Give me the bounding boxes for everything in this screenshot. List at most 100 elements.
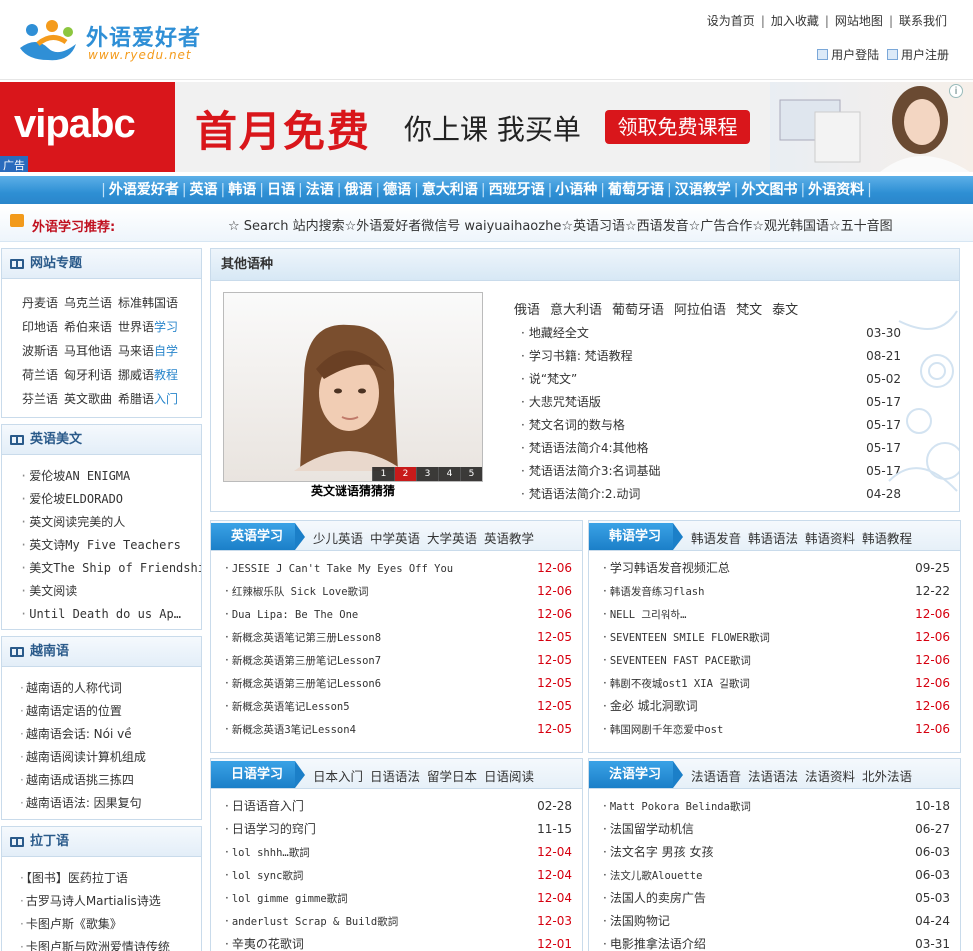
article-item[interactable]: 梵文名词的数与格05-17 (521, 414, 901, 437)
korean-sublink[interactable]: 韩语资料 (805, 531, 855, 546)
nav-item[interactable]: 外语爱好者 (106, 182, 182, 198)
slideshow-page-button[interactable]: 2 (394, 467, 416, 481)
topic-link[interactable]: 英文歌曲 (64, 392, 118, 406)
article-item[interactable]: NELL 그리워하… 12-06 (603, 603, 950, 626)
article-item[interactable]: 辛夷の花歌词 12-01 (225, 933, 572, 951)
recommend-link[interactable]: ☆西语发音 (625, 219, 689, 234)
topic-link[interactable]: 荷兰语 (22, 368, 64, 382)
topic-link[interactable]: 马耳他语 (64, 344, 118, 358)
english-sublink[interactable]: 少儿英语 (313, 531, 363, 546)
recommend-link[interactable]: ☆ Search 站内搜索 (228, 219, 345, 234)
article-item[interactable]: 法国留学动机信 06-27 (603, 818, 950, 841)
list-item[interactable]: 爱伦坡AN ENIGMA (20, 465, 201, 488)
slideshow-page-button[interactable]: 4 (438, 467, 460, 481)
article-item[interactable]: 电影推拿法语介绍 03-31 (603, 933, 950, 951)
list-item[interactable]: 越南语的人称代词 (20, 677, 201, 700)
featured-slideshow[interactable]: 12345 (223, 292, 483, 482)
article-item[interactable]: lol gimme gimme歌詞 12-04 (225, 887, 572, 910)
nav-item[interactable]: 德语 (380, 182, 414, 198)
article-item[interactable]: 说“梵文”05-02 (521, 368, 901, 391)
english-sublink[interactable]: 英语教学 (484, 531, 534, 546)
list-item[interactable]: 古罗马诗人Martialis诗选 (20, 890, 201, 913)
recommend-link[interactable]: ☆外语爱好者微信号 waiyuaihaozhe (345, 219, 562, 234)
article-item[interactable]: 日语学习的窍门 11-15 (225, 818, 572, 841)
article-item[interactable]: 新概念英语第三册笔记Lesson7 12-05 (225, 649, 572, 672)
slideshow-page-button[interactable]: 1 (372, 467, 394, 481)
list-item[interactable]: 越南语定语的位置 (20, 700, 201, 723)
nav-item[interactable]: 法语 (303, 182, 337, 198)
list-item[interactable]: 英文诗My Five Teachers (20, 534, 201, 557)
list-item[interactable]: 美文阅读 (20, 580, 201, 603)
english-sublink[interactable]: 中学英语 (370, 531, 420, 546)
slideshow-page-button[interactable]: 5 (460, 467, 482, 481)
recommend-link[interactable]: ☆英语习语 (561, 219, 625, 234)
nav-item[interactable]: 小语种 (552, 182, 600, 198)
french-sublink[interactable]: 法语语法 (748, 769, 798, 784)
nav-item[interactable]: 外语资料 (805, 182, 867, 198)
korean-sublink[interactable]: 韩语教程 (862, 531, 912, 546)
sitemap-link[interactable]: 网站地图 (835, 14, 883, 28)
french-sublink[interactable]: 法语资料 (805, 769, 855, 784)
topic-link[interactable]: 波斯语 (22, 344, 64, 358)
list-item[interactable]: 越南语语法: 因果复句 (20, 792, 201, 815)
article-item[interactable]: 新概念英语3笔记Lesson4 12-05 (225, 718, 572, 741)
slideshow-caption[interactable]: 英文谜语猜猜猜 (223, 482, 483, 499)
topic-link[interactable]: 标准韩国语 (118, 296, 184, 310)
article-item[interactable]: 梵语语法简介3:名词基础05-17 (521, 460, 901, 483)
site-logo[interactable]: 外语爱好者 www.ryedu.net (18, 14, 218, 68)
english-tab[interactable]: 英语学习 (211, 523, 305, 550)
topic-link[interactable]: 马来语自学 (118, 344, 184, 358)
list-item[interactable]: 爱伦坡ELDORADO (20, 488, 201, 511)
article-item[interactable]: 新概念英语第三册笔记Lesson6 12-05 (225, 672, 572, 695)
japanese-sublink[interactable]: 日语语法 (370, 769, 420, 784)
recommend-link[interactable]: ☆广告合作 (689, 219, 753, 234)
topic-link[interactable]: 希腊语入门 (118, 392, 184, 406)
topic-link[interactable]: 挪威语教程 (118, 368, 184, 382)
other-language-link[interactable]: 俄语 (514, 303, 540, 318)
nav-item[interactable]: 外文图书 (738, 182, 800, 198)
nav-item[interactable]: 意大利语 (419, 182, 481, 198)
list-item[interactable]: 美文The Ship of Friendship (20, 557, 201, 580)
nav-item[interactable]: 葡萄牙语 (605, 182, 667, 198)
other-language-link[interactable]: 阿拉伯语 (674, 303, 726, 318)
article-item[interactable]: lol sync歌詞 12-04 (225, 864, 572, 887)
slideshow-page-button[interactable]: 3 (416, 467, 438, 481)
article-item[interactable]: 韩剧不夜城ost1 XIA 길歌词 12-06 (603, 672, 950, 695)
list-item[interactable]: 越南语成语挑三拣四 (20, 769, 201, 792)
article-item[interactable]: anderlust Scrap & Build歌詞 12-03 (225, 910, 572, 933)
ad-info-icon[interactable]: i (949, 84, 963, 98)
ad-cta-button[interactable]: 领取免费课程 (605, 110, 750, 144)
nav-item[interactable]: 西班牙语 (486, 182, 548, 198)
japanese-tab[interactable]: 日语学习 (211, 761, 305, 788)
article-item[interactable]: 学习书籍: 梵语教程08-21 (521, 345, 901, 368)
french-tab[interactable]: 法语学习 (589, 761, 683, 788)
article-item[interactable]: 新概念英语笔记Lesson5 12-05 (225, 695, 572, 718)
topic-link[interactable]: 世界语学习 (118, 320, 184, 334)
nav-item[interactable]: 汉语教学 (672, 182, 734, 198)
recommend-link[interactable]: ☆观光韩国语 (752, 219, 829, 234)
article-item[interactable]: 韩国网剧千年恋爱中ost 12-06 (603, 718, 950, 741)
article-item[interactable]: 大悲咒梵语版05-17 (521, 391, 901, 414)
article-item[interactable]: JESSIE J Can't Take My Eyes Off You 12-06 (225, 557, 572, 580)
article-item[interactable]: lol shhh…歌詞 12-04 (225, 841, 572, 864)
article-item[interactable]: 法国人的卖房广告 05-03 (603, 887, 950, 910)
topic-link[interactable]: 芬兰语 (22, 392, 64, 406)
nav-item[interactable]: 韩语 (225, 182, 259, 198)
nav-item[interactable]: 英语 (187, 182, 221, 198)
list-item[interactable]: 卡图卢斯《歌集》 (20, 913, 201, 936)
article-item[interactable]: Matt Pokora Belinda歌词 10-18 (603, 795, 950, 818)
article-item[interactable]: 法文儿歌Alouette 06-03 (603, 864, 950, 887)
list-item[interactable]: 卡图卢斯与欧洲爱情诗传统 (20, 936, 201, 951)
other-language-link[interactable]: 梵文 (736, 303, 762, 318)
article-item[interactable]: 日语语音入门 02-28 (225, 795, 572, 818)
login-link[interactable]: 用户登陆 (831, 48, 879, 62)
french-sublink[interactable]: 法语语音 (691, 769, 741, 784)
article-item[interactable]: 地藏经全文03-30 (521, 322, 901, 345)
article-item[interactable]: 学习韩语发音视频汇总 09-25 (603, 557, 950, 580)
korean-sublink[interactable]: 韩语语法 (748, 531, 798, 546)
article-item[interactable]: SEVENTEEN FAST PACE歌词 12-06 (603, 649, 950, 672)
ad-banner[interactable]: vipabc 广告 首月免费 你上课 我买单 领取免费课程 i (0, 82, 973, 172)
contact-link[interactable]: 联系我们 (899, 14, 947, 28)
list-item[interactable]: 越南语阅读计算机组成 (20, 746, 201, 769)
article-item[interactable]: Dua Lipa: Be The One 12-06 (225, 603, 572, 626)
